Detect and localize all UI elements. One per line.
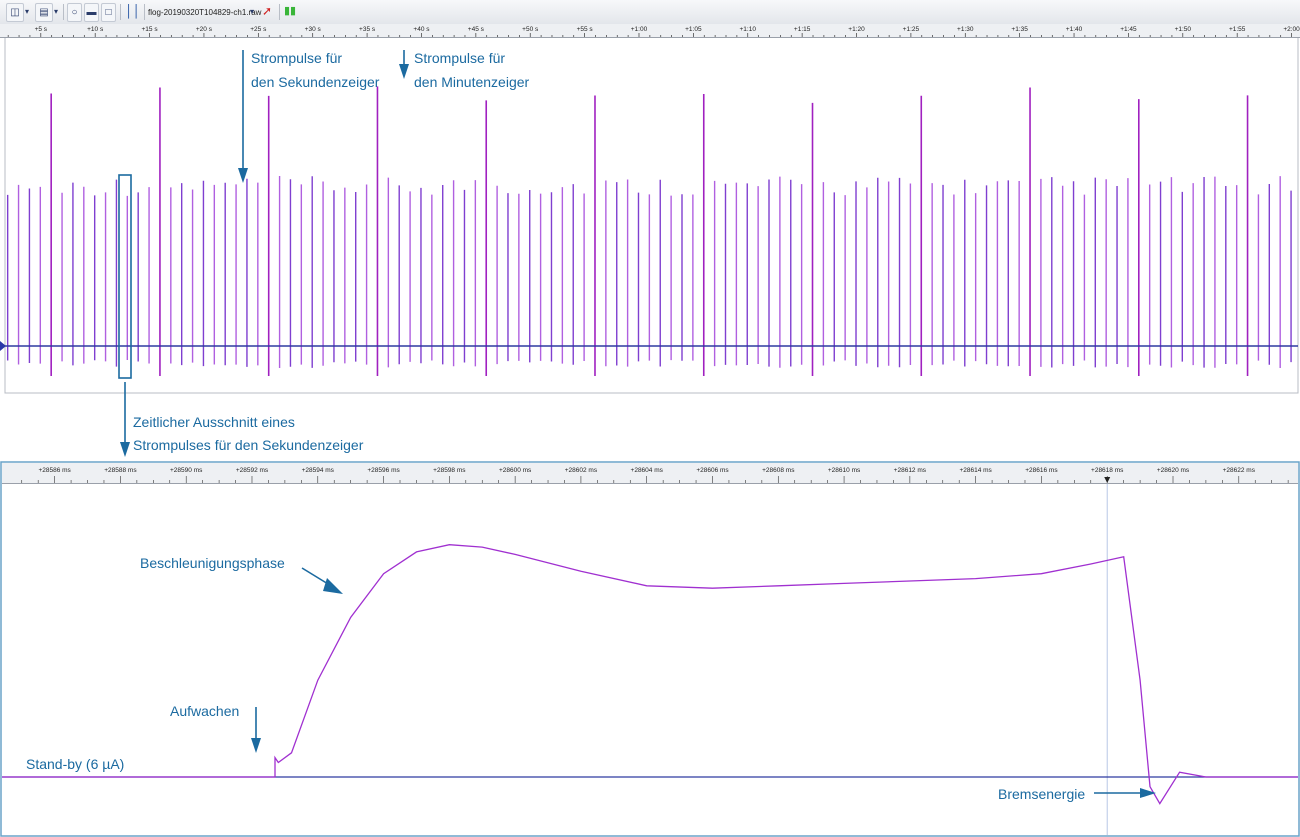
annotation-seconds-line1: Strompulse für bbox=[251, 50, 342, 66]
detail-plot-frame bbox=[0, 461, 1300, 837]
annotation-acceleration: Beschleunigungsphase bbox=[140, 555, 285, 571]
overview-tick-label: +1:20 bbox=[848, 26, 865, 33]
overview-tick-label: +1:40 bbox=[1066, 26, 1083, 33]
overview-tick-label: +1:30 bbox=[957, 26, 974, 33]
annotation-minutes-line2: den Minutenzeiger bbox=[414, 74, 530, 90]
overview-tick-label: +30 s bbox=[305, 26, 322, 33]
detail-tick-label: +28606 ms bbox=[696, 467, 729, 474]
detail-tick-label: +28588 ms bbox=[104, 467, 137, 474]
overview-tick-label: +20 s bbox=[196, 26, 213, 33]
chart-area: +5 s +10 s +15 s +20 s +25 s +30 s +35 s +40 s +… bbox=[0, 24, 1300, 837]
arrow-down-icon bbox=[120, 442, 130, 457]
detail-tick-label: +28592 ms bbox=[236, 467, 269, 474]
annotation-seconds-line2: den Sekundenzeiger bbox=[251, 74, 380, 90]
detail-tick-label: +28614 ms bbox=[959, 467, 992, 474]
overview-tick-label: +15 s bbox=[142, 26, 159, 33]
overview-tick-label: +25 s bbox=[250, 26, 267, 33]
overview-tick-label: +35 s bbox=[359, 26, 376, 33]
overview-plot-frame bbox=[4, 36, 1299, 394]
detail-tick-label: +28600 ms bbox=[499, 467, 532, 474]
detail-tick-label: +28618 ms bbox=[1091, 467, 1124, 474]
overview-tick-label: +1:05 bbox=[685, 26, 702, 33]
detail-tick-label: +28608 ms bbox=[762, 467, 795, 474]
annotation-cutout-line1: Zeitlicher Ausschnitt eines bbox=[133, 414, 295, 430]
overview-tick-label: +50 s bbox=[522, 26, 539, 33]
detail-tick-label: +28612 ms bbox=[894, 467, 927, 474]
overview-tick-label: +1:45 bbox=[1120, 26, 1137, 33]
overview-tick-label: +1:10 bbox=[740, 26, 757, 33]
overview-tick-label: +1:35 bbox=[1011, 26, 1028, 33]
overview-tick-label: +1:25 bbox=[903, 26, 920, 33]
overview-tick-label: +5 s bbox=[35, 26, 48, 33]
annotation-wake-up: Aufwachen bbox=[170, 703, 239, 719]
detail-tick-label: +28604 ms bbox=[631, 467, 664, 474]
overview-tick-label: +10 s bbox=[87, 26, 104, 33]
detail-tick-label: +28594 ms bbox=[302, 467, 335, 474]
overview-tick-label: +1:00 bbox=[631, 26, 648, 33]
detail-tick-label: +28622 ms bbox=[1223, 467, 1256, 474]
annotation-minutes-line1: Strompulse für bbox=[414, 50, 505, 66]
detail-tick-label: +28602 ms bbox=[565, 467, 598, 474]
overview-tick-label: +1:55 bbox=[1229, 26, 1246, 33]
overview-tick-label: +2:00 bbox=[1283, 26, 1300, 33]
annotation-standby: Stand-by (6 µA) bbox=[26, 756, 124, 772]
detail-tick-label: +28598 ms bbox=[433, 467, 466, 474]
detail-tick-label: +28590 ms bbox=[170, 467, 203, 474]
overview-tick-label: +55 s bbox=[577, 26, 594, 33]
detail-tick-label: +28586 ms bbox=[38, 467, 71, 474]
overview-tick-label: +1:15 bbox=[794, 26, 811, 33]
overview-tick-label: +45 s bbox=[468, 26, 485, 33]
detail-tick-label: +28616 ms bbox=[1025, 467, 1058, 474]
annotation-cutout-line2: Strompulses für den Sekundenzeiger bbox=[133, 437, 364, 453]
detail-tick-label: +28596 ms bbox=[367, 467, 400, 474]
detail-tick-label: +28610 ms bbox=[828, 467, 861, 474]
overview-tick-label: +1:50 bbox=[1175, 26, 1192, 33]
annotation-braking: Bremsenergie bbox=[998, 786, 1085, 802]
detail-tick-label: +28620 ms bbox=[1157, 467, 1190, 474]
overview-tick-label: +40 s bbox=[413, 26, 430, 33]
